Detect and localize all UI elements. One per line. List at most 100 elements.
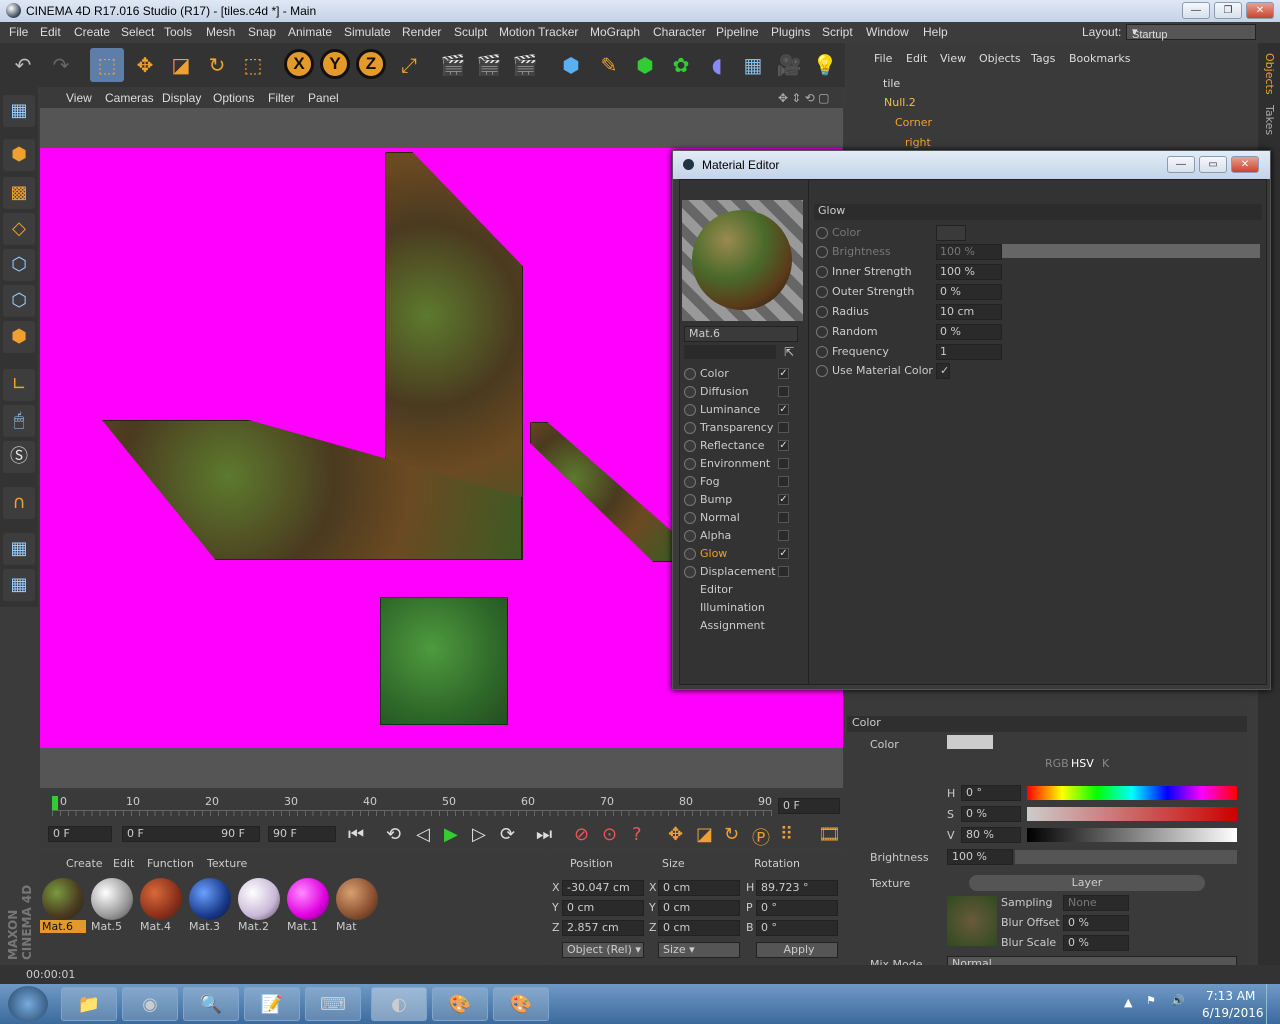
recent-tool-icon[interactable]: ⬚ — [236, 48, 270, 82]
autokey-icon[interactable]: ⊙ — [602, 824, 617, 845]
maximize-button[interactable]: ❐ — [1214, 2, 1242, 19]
pen-spline-icon[interactable]: ✎ — [592, 48, 626, 82]
hue-field[interactable]: 0 ° — [961, 785, 1021, 801]
material-swatch[interactable]: Mat.1 — [285, 878, 331, 934]
mode-hsv[interactable]: HSV — [1071, 757, 1094, 770]
live-selection-icon[interactable]: ⬚ — [90, 48, 124, 82]
undo-icon[interactable]: ↶ — [6, 48, 40, 82]
apply-button[interactable]: Apply — [756, 942, 838, 958]
menu-motion-tracker[interactable]: Motion Tracker — [499, 25, 578, 39]
model-mode-icon[interactable]: ⬢ — [3, 139, 35, 171]
size-y-field[interactable]: 0 cm — [658, 900, 740, 916]
pick-cursor-icon[interactable]: ⇱ — [784, 345, 794, 359]
mode-rgb[interactable]: RGB — [1045, 757, 1069, 770]
menu-sculpt[interactable]: Sculpt — [454, 25, 487, 39]
rotate-icon[interactable]: ↻ — [200, 48, 234, 82]
axis-mode-icon[interactable]: ∟ — [3, 369, 35, 401]
camera-icon[interactable]: 🎥 — [772, 48, 806, 82]
keyframe-selection-icon[interactable]: ? — [632, 824, 642, 845]
go-to-end-icon[interactable]: ⏭ — [536, 824, 552, 845]
menu-simulate[interactable]: Simulate — [344, 25, 391, 39]
workplane-mode-icon[interactable]: ◇ — [3, 213, 35, 245]
scale-icon[interactable]: ◪ — [164, 48, 198, 82]
minimize-button[interactable]: — — [1182, 2, 1210, 19]
menu-plugins[interactable]: Plugins — [771, 25, 810, 39]
material-swatch[interactable]: Mat.5 — [89, 878, 135, 934]
viewport-menu-filter[interactable]: Filter — [268, 91, 295, 105]
section-assignment[interactable]: Assignment — [700, 619, 765, 632]
glow-random-row[interactable]: Random 0 % — [816, 323, 1196, 341]
channel-transparency[interactable]: Transparency — [684, 420, 804, 436]
next-key-icon[interactable]: ⟳ — [500, 824, 515, 845]
start-button[interactable] — [8, 986, 48, 1022]
channel-displacement[interactable]: Displacement — [684, 564, 804, 580]
layout-select[interactable]: Startup ▾ — [1126, 24, 1256, 41]
render-view-icon[interactable]: 🎬 — [436, 48, 470, 82]
prev-key-icon[interactable]: ⟲ — [386, 824, 401, 845]
menu-snap[interactable]: Snap — [248, 25, 276, 39]
chrome-icon[interactable]: ◉ — [122, 987, 178, 1021]
snap-icon[interactable]: Ⓢ — [3, 441, 35, 473]
me-close-button[interactable]: ✕ — [1231, 156, 1259, 173]
y-axis-lock-icon[interactable]: Y — [320, 49, 350, 79]
material-name-field[interactable]: Mat.6 — [684, 326, 798, 342]
file-explorer-icon[interactable]: 📁 — [61, 987, 117, 1021]
rotation-h-field[interactable]: 89.723 ° — [756, 880, 838, 896]
tweak-mode-icon[interactable]: 🖱 — [3, 405, 35, 437]
x-axis-lock-icon[interactable]: X — [284, 49, 314, 79]
key-position-icon[interactable]: ✥ — [668, 824, 683, 845]
end-frame-field[interactable]: 90 F — [268, 826, 336, 842]
coordinate-system-icon[interactable]: ⤢ — [392, 48, 426, 82]
redo-icon[interactable]: ↷ — [44, 48, 78, 82]
paint-net-icon[interactable]: 🎨 — [493, 987, 549, 1021]
clock-date[interactable]: 6/19/2016 — [1202, 1006, 1264, 1020]
menu-help[interactable]: Help — [923, 25, 948, 39]
cinema4d-taskbar-icon[interactable]: ◐ — [371, 987, 427, 1021]
brightness-slider[interactable] — [1015, 850, 1237, 864]
menu-pipeline[interactable]: Pipeline — [716, 25, 759, 39]
search-icon[interactable]: 🔍 — [183, 987, 239, 1021]
channel-glow[interactable]: Glow ✓ — [684, 546, 804, 562]
rotation-p-field[interactable]: 0 ° — [756, 900, 838, 916]
tray-up-arrow-icon[interactable]: ▲ — [1124, 996, 1132, 1009]
glow-color-row[interactable]: Color — [816, 224, 1196, 242]
viewport-menu-cameras[interactable]: Cameras — [105, 91, 154, 105]
menu-edit[interactable]: Edit — [40, 25, 61, 39]
channel-alpha[interactable]: Alpha — [684, 528, 804, 544]
menu-mesh[interactable]: Mesh — [206, 25, 235, 39]
menu-character[interactable]: Character — [653, 25, 706, 39]
edges-mode-icon[interactable]: ⬡ — [3, 285, 35, 317]
play-icon[interactable]: ▶ — [444, 824, 458, 845]
channel-environment[interactable]: Environment — [684, 456, 804, 472]
planar-workplane-icon[interactable]: ▦ — [3, 569, 35, 601]
cloner-icon[interactable]: ✿ — [664, 48, 698, 82]
section-editor[interactable]: Editor — [700, 583, 733, 596]
flag-icon[interactable]: ⚑ — [1146, 994, 1156, 1007]
polygons-mode-icon[interactable]: ⬢ — [3, 321, 35, 353]
menu-script[interactable]: Script — [822, 25, 853, 39]
object-null2[interactable]: Null.2 — [884, 96, 916, 109]
material-swatch[interactable]: Mat.2 — [236, 878, 282, 934]
prev-frame-icon[interactable]: ◁ — [416, 824, 430, 845]
glow-frequency-row[interactable]: Frequency 1 — [816, 343, 1196, 361]
size-mode-select[interactable]: Size ▾ — [658, 942, 740, 958]
me-maximize-button[interactable]: ▭ — [1199, 156, 1227, 173]
material-swatch[interactable]: Mat — [334, 878, 380, 934]
object-corner[interactable]: Corner — [895, 116, 932, 129]
cube-object-icon[interactable]: ⬢ — [554, 48, 588, 82]
close-button[interactable]: ✕ — [1246, 2, 1274, 19]
tab-takes[interactable]: Takes — [1263, 105, 1276, 135]
blur-offset-field[interactable]: 0 % — [1063, 915, 1129, 931]
z-axis-lock-icon[interactable]: Z — [356, 49, 386, 79]
render-picture-viewer-icon[interactable]: 🎬 — [472, 48, 506, 82]
key-pla-icon[interactable]: ⠿ — [780, 824, 793, 845]
hue-slider[interactable] — [1027, 786, 1237, 800]
viewport-menu-options[interactable]: Options — [213, 91, 254, 105]
playhead-marker[interactable] — [52, 796, 58, 810]
subdivision-icon[interactable]: ⬢ — [628, 48, 662, 82]
menu-create[interactable]: Create — [74, 25, 110, 39]
texture-layer-button[interactable]: Layer — [969, 875, 1205, 891]
object-right[interactable]: right — [905, 136, 931, 149]
rotation-b-field[interactable]: 0 ° — [756, 920, 838, 936]
start-frame-field[interactable]: 0 F — [48, 826, 112, 842]
